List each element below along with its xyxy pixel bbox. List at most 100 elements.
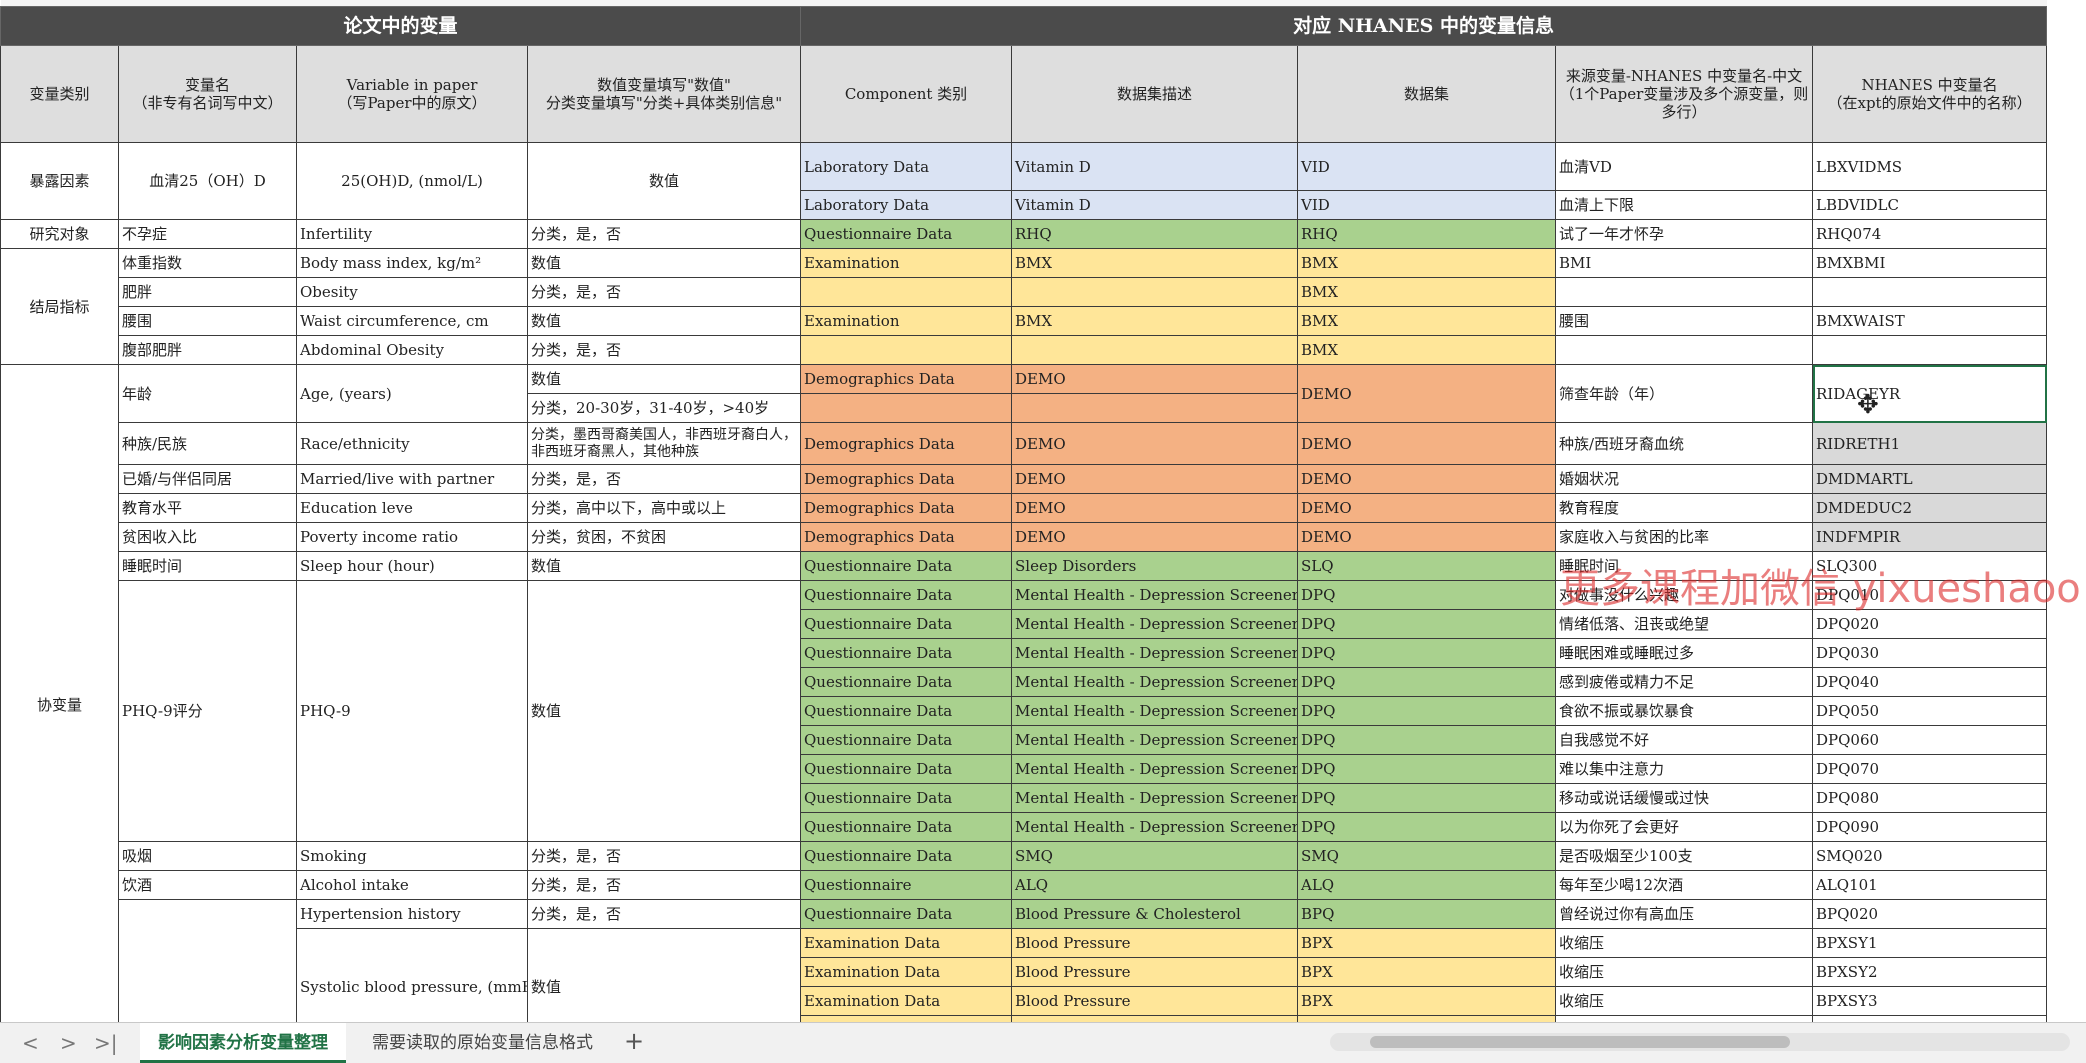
cell[interactable]: Hypertension history — [296, 899, 528, 929]
cell[interactable]: BPQ — [1297, 899, 1556, 929]
cell[interactable]: 收缩压 — [1555, 986, 1813, 1016]
cell[interactable]: Examination Data — [800, 957, 1012, 987]
cell[interactable]: Mental Health - Depression Screener — [1011, 667, 1298, 697]
cell[interactable] — [1011, 393, 1298, 423]
cell[interactable]: Vitamin D — [1011, 142, 1298, 191]
col-header-var-cn[interactable]: 变量名 （非专有名词写中文） — [118, 45, 297, 143]
cell[interactable]: BPQ020 — [1811, 899, 2048, 929]
cell[interactable]: Questionnaire Data — [800, 580, 1012, 610]
cell[interactable]: 分类，是，否 — [527, 335, 801, 365]
cell[interactable]: 数值 — [527, 928, 801, 1022]
cell[interactable]: Vitamin D — [1011, 190, 1298, 220]
cell[interactable]: 饮酒 — [118, 870, 297, 900]
cell[interactable]: DPQ080 — [1811, 783, 2048, 813]
cell[interactable] — [1555, 277, 1813, 307]
cell[interactable]: 血清25（OH）D — [118, 142, 297, 220]
cell[interactable]: BPXSY1 — [1811, 928, 2048, 958]
cell[interactable]: 分类，高中以下，高中或以上 — [527, 493, 801, 523]
cell[interactable]: Sleep hour (hour) — [296, 551, 528, 581]
cell[interactable]: Married/live with partner — [296, 464, 528, 494]
sheet-tab-raw-format[interactable]: 需要读取的原始变量信息格式 — [354, 1023, 611, 1063]
cell[interactable]: DPQ — [1297, 783, 1556, 813]
cell[interactable]: Questionnaire Data — [800, 609, 1012, 639]
cell[interactable]: 年龄 — [118, 364, 297, 423]
cell[interactable]: 25(OH)D, (nmol/L) — [296, 142, 528, 220]
cell[interactable]: 食欲不振或暴饮暴食 — [1555, 696, 1813, 726]
last-sheet-button[interactable]: >| — [94, 1031, 118, 1055]
cell[interactable]: 体重指数 — [118, 248, 297, 278]
cell[interactable]: SLQ — [1297, 551, 1556, 581]
cell[interactable]: Blood Pressure — [1011, 957, 1298, 987]
col-header-source-var[interactable]: 来源变量-NHANES 中变量名-中文 （1个Paper变量涉及多个源变量，则多… — [1555, 45, 1813, 143]
cell[interactable]: 吸烟 — [118, 841, 297, 871]
cell[interactable]: 数值 — [527, 580, 801, 842]
cell[interactable] — [800, 393, 1012, 423]
cell[interactable]: Abdominal Obesity — [296, 335, 528, 365]
cell[interactable]: 分类，是，否 — [527, 219, 801, 249]
cell[interactable]: 睡眠时间 — [118, 551, 297, 581]
cell[interactable]: 曾经说过你有高血压 — [1555, 899, 1813, 929]
cell[interactable]: 腹部肥胖 — [118, 335, 297, 365]
cell[interactable]: DEMO — [1011, 422, 1298, 465]
cell[interactable]: Examination Data — [800, 986, 1012, 1016]
col-header-var-en[interactable]: Variable in paper （写Paper中的原文） — [296, 45, 528, 143]
group-covariate[interactable]: 协变量 — [0, 364, 119, 1022]
cell[interactable]: 数值 — [527, 142, 801, 220]
cell[interactable]: Infertility — [296, 219, 528, 249]
cell[interactable]: PHQ-9评分 — [118, 580, 297, 842]
cell[interactable]: 肥胖 — [118, 277, 297, 307]
cell[interactable]: DEMO — [1297, 464, 1556, 494]
cell[interactable]: BMX — [1297, 306, 1556, 336]
cell[interactable]: 教育水平 — [118, 493, 297, 523]
cell[interactable]: BMX — [1297, 277, 1556, 307]
cell[interactable]: Mental Health - Depression Screener — [1011, 725, 1298, 755]
cell[interactable]: BPX — [1297, 986, 1556, 1016]
cell[interactable]: Questionnaire Data — [800, 551, 1012, 581]
cell[interactable]: Questionnaire Data — [800, 667, 1012, 697]
cell[interactable]: VID — [1297, 190, 1556, 220]
cell[interactable]: DEMO — [1011, 364, 1298, 394]
cell[interactable]: 分类，是，否 — [527, 464, 801, 494]
cell[interactable]: RHQ074 — [1811, 219, 2048, 249]
cell[interactable]: Questionnaire Data — [800, 725, 1012, 755]
col-header-type[interactable]: 数值变量填写"数值" 分类变量填写"分类+具体类别信息" — [527, 45, 801, 143]
cell[interactable]: Obesity — [296, 277, 528, 307]
cell[interactable]: Waist circumference, cm — [296, 306, 528, 336]
cell[interactable]: Laboratory Data — [800, 142, 1012, 191]
cell[interactable] — [800, 335, 1012, 365]
cell[interactable]: RIDRETH1 — [1811, 422, 2048, 465]
cell[interactable]: 分类，墨西哥裔美国人，非西班牙裔白人，非西班牙裔黑人，其他种族 — [527, 422, 801, 465]
cell[interactable]: Questionnaire Data — [800, 219, 1012, 249]
cell[interactable]: 睡眠时间 — [1555, 551, 1813, 581]
cell[interactable]: 收缩压 — [1555, 928, 1813, 958]
cell[interactable]: 对做事没什么兴趣 — [1555, 580, 1813, 610]
cell[interactable]: DPQ090 — [1811, 812, 2048, 842]
cell[interactable]: 种族/民族 — [118, 422, 297, 465]
col-header-nhanes-var[interactable]: NHANES 中变量名 （在xpt的原始文件中的名称） — [1811, 45, 2048, 143]
selected-cell[interactable]: RIDAGEYR — [1811, 364, 2048, 423]
cell[interactable]: 腰围 — [118, 306, 297, 336]
cell[interactable]: BPXSY2 — [1811, 957, 2048, 987]
cell[interactable]: Mental Health - Depression Screener — [1011, 580, 1298, 610]
cell[interactable]: 数值 — [527, 364, 801, 394]
cell[interactable] — [1811, 335, 2048, 365]
cell[interactable]: 难以集中注意力 — [1555, 754, 1813, 784]
cell[interactable]: 不孕症 — [118, 219, 297, 249]
cell[interactable]: 腰围 — [1555, 306, 1813, 336]
cell[interactable]: 贫困收入比 — [118, 522, 297, 552]
cell[interactable]: Laboratory Data — [800, 190, 1012, 220]
cell[interactable]: ALQ101 — [1811, 870, 2048, 900]
cell[interactable]: DMDEDUC2 — [1811, 493, 2048, 523]
cell[interactable]: 收缩压 — [1555, 957, 1813, 987]
cell[interactable]: BMX — [1011, 248, 1298, 278]
cell[interactable]: Mental Health - Depression Screener — [1011, 812, 1298, 842]
cell[interactable]: ALQ — [1297, 870, 1556, 900]
col-header-category[interactable]: 变量类别 — [0, 45, 119, 143]
cell[interactable]: 筛查年龄（年） — [1555, 364, 1813, 423]
cell[interactable]: 以为你死了会更好 — [1555, 812, 1813, 842]
group-subject[interactable]: 研究对象 — [0, 219, 119, 249]
cell[interactable]: Demographics Data — [800, 364, 1012, 394]
cell[interactable]: SMQ — [1297, 841, 1556, 871]
cell[interactable]: ALQ — [1011, 870, 1298, 900]
cell[interactable]: SMQ — [1011, 841, 1298, 871]
